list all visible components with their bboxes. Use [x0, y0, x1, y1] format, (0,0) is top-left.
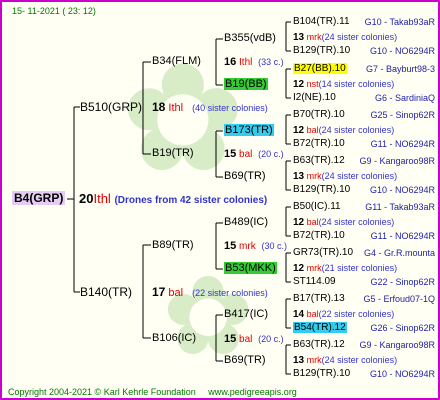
gen3-queen-node[interactable]: B53(MKK) — [224, 262, 277, 274]
root-queen-name: B4(GRP) — [12, 191, 66, 205]
gen4-queen-node[interactable]: ST114.09 — [293, 277, 336, 287]
gen4-queen-node[interactable]: B72(TR).10 — [293, 139, 345, 149]
gen3-drone-info: 12 bal(24 sister colonies) — [293, 217, 395, 228]
gen3-queen-node[interactable]: B173(TR) — [224, 124, 274, 136]
gen3-drone-info: 12 nst(14 sister colonies) — [293, 79, 395, 90]
gen4-queen-node[interactable]: I2(NE).10 — [293, 93, 336, 103]
gen3-queen-node[interactable]: B355(vdB) — [224, 33, 276, 44]
gen3-drone-info: 12 mrk(21 sister colonies) — [293, 263, 398, 274]
gen4-location: G4 - Gr.R.mounta — [363, 248, 435, 258]
website-link[interactable]: www.pedigreeapis.org — [208, 387, 297, 397]
gen4-location: G11 - NO6294R — [370, 231, 435, 241]
gen3-drone-info: 13 mrk(24 sister colonies) — [293, 171, 398, 182]
gen2-drone-info: 16 Ithl (33 c.) — [224, 56, 284, 68]
gen4-location: G5 - Erfoud07-1Q — [363, 294, 435, 304]
root-drone-info: 20Ithl (Drones from 42 sister colonies) — [79, 191, 268, 206]
gen4-queen-node[interactable]: B72(TR).10 — [293, 231, 345, 241]
gen2-queen-node[interactable]: B89(TR) — [152, 240, 194, 251]
gen2-drone-info: 15 bal (20 c.) — [224, 333, 284, 345]
gen3-queen-node[interactable]: B19(BB) — [224, 78, 268, 90]
gen1-drone-info: 17 bal (22 sister colonies) — [152, 285, 268, 299]
gen4-location: G26 - Sinop62R — [370, 323, 435, 333]
gen4-queen-node[interactable]: B104(TR).11 — [293, 17, 350, 27]
gen4-location: G10 - NO6294R — [369, 185, 435, 195]
gen4-location: G10 - NO6294R — [369, 369, 435, 379]
gen3-queen-node[interactable]: B417(IC) — [224, 309, 268, 320]
gen3-drone-info: 13 mrk(24 sister colonies) — [293, 32, 398, 43]
gen4-queen-node[interactable]: B63(TR).12 — [293, 156, 345, 166]
footer: Copyright 2004-2021 © Karl Kehrle Founda… — [8, 387, 297, 397]
gen1-queen-node[interactable]: B140(TR) — [80, 286, 132, 298]
gen4-queen-node[interactable]: B50(IC).11 — [293, 202, 341, 212]
gen3-drone-info: 13 mrk(24 sister colonies) — [293, 355, 398, 366]
gen4-location: G11 - Takab93aR — [365, 202, 435, 212]
gen4-queen-node[interactable]: B63(TR).12 — [293, 340, 345, 350]
gen4-location: G10 - Takab93aR — [364, 17, 435, 27]
gen4-queen-node[interactable]: B17(TR).13 — [293, 294, 345, 304]
gen4-location: G9 - Kangaroo98R — [359, 340, 435, 350]
gen2-queen-node[interactable]: B19(TR) — [152, 148, 194, 159]
gen4-queen-node[interactable]: B27(BB).10 — [293, 63, 347, 74]
gen3-queen-node[interactable]: B489(IC) — [224, 217, 268, 228]
gen4-location: G6 - SardiniaQ — [374, 93, 435, 103]
gen3-drone-info: 14 bal(22 sister colonies) — [293, 309, 395, 320]
gen4-location: G11 - NO6294R — [370, 139, 435, 149]
gen4-location: G9 - Kangaroo98R — [359, 156, 435, 166]
gen2-queen-node[interactable]: B34(FLM) — [152, 56, 201, 67]
gen4-location: G10 - NO6294R — [369, 46, 435, 56]
gen2-drone-info: 15 bal (20 c.) — [224, 148, 284, 160]
pedigree-frame: 15- 11-2021 ( 23: 12) ✿ ✿ B4(GRP) 20Ithl… — [0, 0, 440, 400]
gen4-location: G22 - Sinop62R — [370, 277, 435, 287]
gen1-queen-node[interactable]: B510(GRP) — [80, 101, 142, 113]
root-queen-node[interactable]: B4(GRP) — [12, 191, 66, 205]
gen1-drone-info: 18 Ithl (40 sister colonies) — [152, 100, 268, 114]
gen3-queen-node[interactable]: B69(TR) — [224, 355, 266, 366]
gen3-queen-node[interactable]: B69(TR) — [224, 171, 266, 182]
gen4-queen-node[interactable]: B54(TR).12 — [293, 322, 347, 333]
gen4-queen-node[interactable]: B129(TR).10 — [293, 185, 350, 195]
gen2-queen-node[interactable]: B106(IC) — [152, 333, 196, 344]
gen3-drone-info: 12 bal(24 sister colonies) — [293, 125, 395, 136]
gen4-queen-node[interactable]: B129(TR).10 — [293, 369, 350, 379]
gen4-location: G25 - Sinop62R — [370, 110, 435, 120]
gen4-location: G7 - Bayburt98-3 — [365, 64, 435, 74]
gen4-queen-node[interactable]: B129(TR).10 — [293, 46, 350, 56]
copyright-text: Copyright 2004-2021 © Karl Kehrle Founda… — [8, 387, 196, 397]
gen4-queen-node[interactable]: GR73(TR).10 — [293, 248, 353, 258]
gen4-queen-node[interactable]: B70(TR).10 — [293, 110, 345, 120]
gen2-drone-info: 15 mrk (30 c.) — [224, 240, 287, 252]
